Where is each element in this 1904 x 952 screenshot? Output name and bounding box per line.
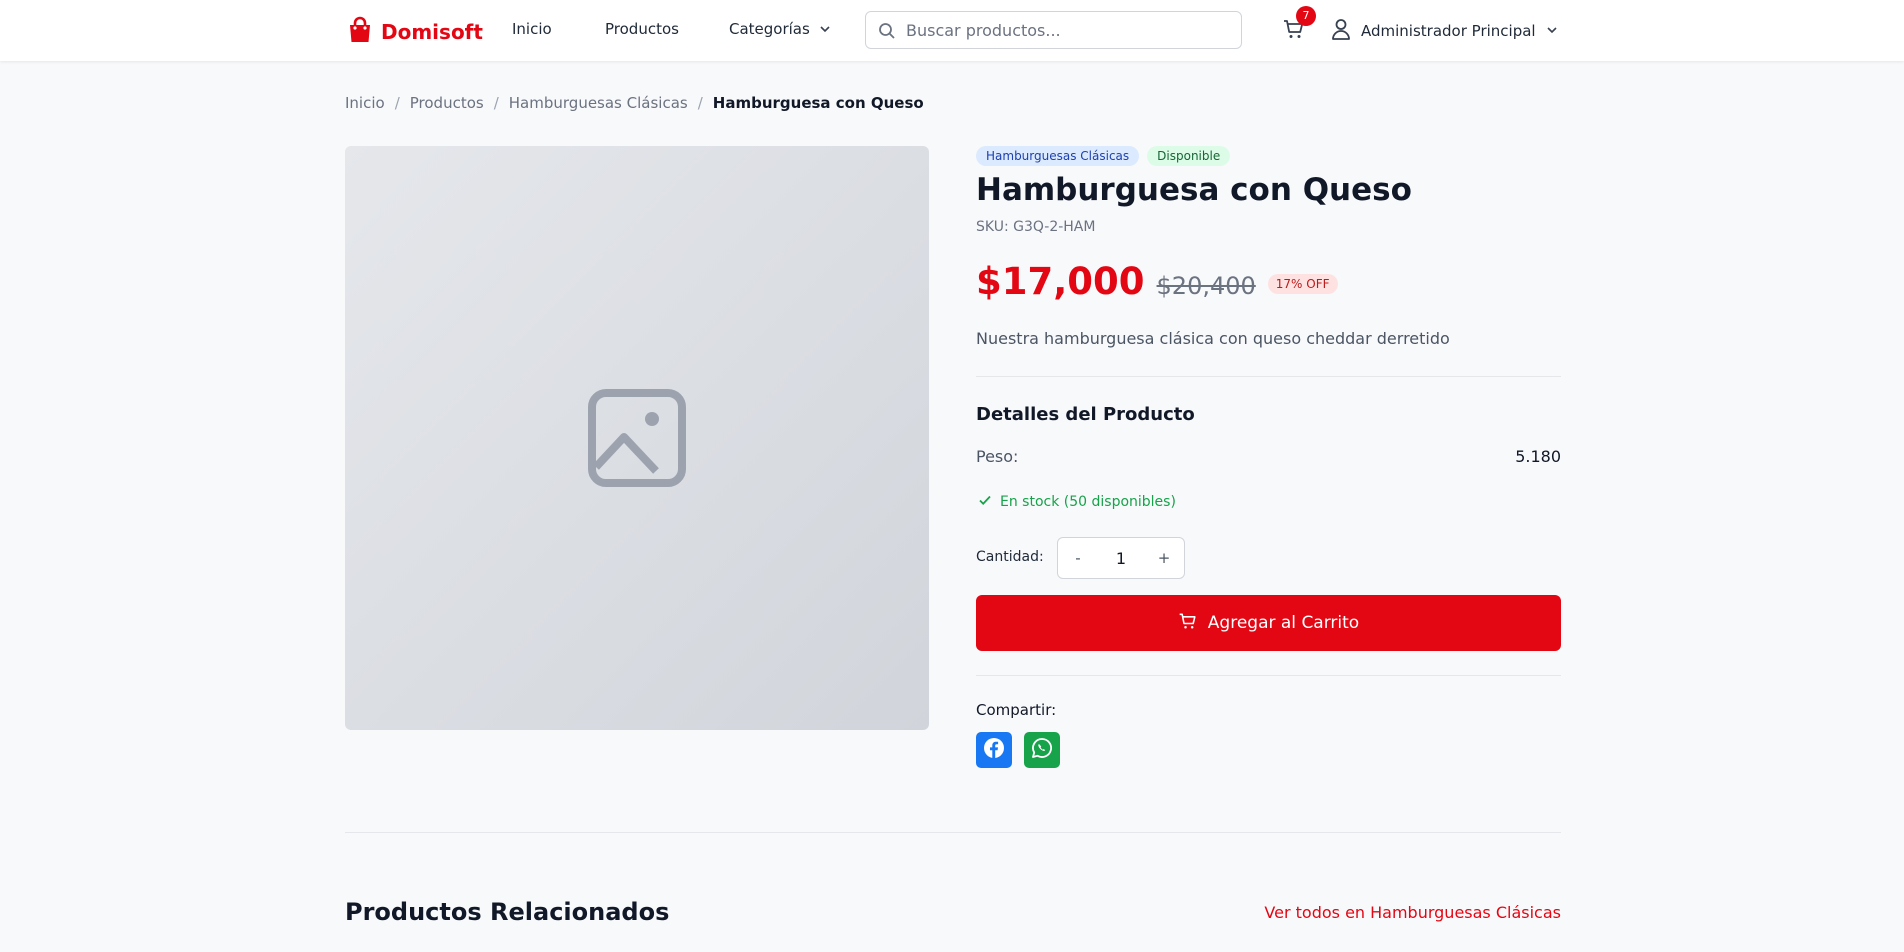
product-title: Hamburguesa con Queso: [976, 172, 1412, 208]
product-price: $17,000: [976, 260, 1145, 303]
breadcrumb-separator: /: [697, 94, 703, 112]
nav-categories-label: Categorías: [729, 20, 810, 38]
user-icon: [1331, 18, 1351, 44]
search-box: [865, 11, 1242, 49]
discount-badge: 17% OFF: [1267, 274, 1338, 294]
breadcrumb: Inicio / Productos / Hamburguesas Clásic…: [345, 94, 924, 112]
breadcrumb-category[interactable]: Hamburguesas Clásicas: [509, 94, 688, 112]
whatsapp-icon: [1031, 737, 1053, 763]
status-badge: Disponible: [1147, 146, 1231, 166]
image-placeholder-icon: [588, 389, 686, 491]
chevron-down-icon: [1546, 22, 1558, 40]
breadcrumb-current: Hamburguesa con Queso: [712, 94, 924, 112]
facebook-icon: [983, 737, 1005, 763]
breadcrumb-products[interactable]: Productos: [410, 94, 484, 112]
cart-count-badge: 7: [1296, 6, 1316, 26]
brand-logo[interactable]: Domisoft: [347, 16, 483, 48]
top-header: Domisoft Inicio Productos Categorías 7 A…: [0, 0, 1904, 61]
section-divider: [345, 832, 1561, 833]
price-row: $17,000 $20,400 17% OFF: [976, 260, 1338, 303]
product-sku: SKU: G3Q-2-HAM: [976, 219, 1096, 235]
whatsapp-share-button[interactable]: [1024, 732, 1060, 768]
check-icon: [978, 493, 992, 511]
user-name: Administrador Principal: [1361, 22, 1536, 40]
details-title: Detalles del Producto: [976, 404, 1195, 425]
user-menu[interactable]: Administrador Principal: [1331, 18, 1558, 44]
related-products-title: Productos Relacionados: [345, 898, 670, 926]
category-badge[interactable]: Hamburguesas Clásicas: [976, 146, 1140, 166]
nav-categories[interactable]: Categorías: [729, 20, 831, 39]
quantity-input[interactable]: 1: [1116, 549, 1126, 568]
weight-value: 5.180: [1515, 447, 1561, 466]
search-input[interactable]: [906, 18, 1226, 42]
product-description: Nuestra hamburguesa clásica con queso ch…: [976, 329, 1450, 348]
divider: [976, 675, 1561, 676]
product-image: [345, 146, 929, 730]
breadcrumb-separator: /: [493, 94, 499, 112]
weight-label: Peso:: [976, 447, 1019, 466]
divider: [976, 376, 1561, 377]
quantity-stepper: - 1 +: [1057, 537, 1185, 579]
add-to-cart-button[interactable]: Agregar al Carrito: [976, 595, 1561, 651]
facebook-share-button[interactable]: [976, 732, 1012, 768]
product-info: Hamburguesas Clásicas Disponible Hamburg…: [976, 146, 1561, 768]
cart-icon: [1282, 20, 1306, 45]
breadcrumb-separator: /: [394, 94, 400, 112]
quantity-increase-button[interactable]: +: [1154, 549, 1174, 567]
view-all-category-link[interactable]: Ver todos en Hamburguesas Clásicas: [1264, 903, 1561, 922]
stock-text: En stock (50 disponibles): [1000, 494, 1176, 510]
chevron-down-icon: [819, 21, 831, 39]
brand-name: Domisoft: [381, 20, 483, 44]
nav-products[interactable]: Productos: [605, 20, 679, 38]
shopping-bag-icon: [347, 16, 373, 48]
breadcrumb-home[interactable]: Inicio: [345, 94, 385, 112]
cart-icon: [1178, 611, 1198, 636]
product-badges: Hamburguesas Clásicas Disponible: [976, 146, 1561, 166]
stock-status: En stock (50 disponibles): [978, 493, 1176, 511]
quantity-decrease-button[interactable]: -: [1068, 549, 1088, 567]
share-buttons: [976, 732, 1060, 768]
product-old-price: $20,400: [1156, 272, 1256, 300]
add-to-cart-label: Agregar al Carrito: [1207, 613, 1360, 633]
quantity-label: Cantidad:: [976, 549, 1044, 565]
nav-home[interactable]: Inicio: [512, 20, 552, 38]
share-label: Compartir:: [976, 701, 1057, 719]
